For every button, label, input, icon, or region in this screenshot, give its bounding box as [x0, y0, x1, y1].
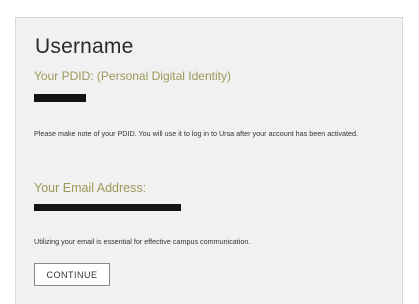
email-redacted-value [34, 204, 181, 211]
pdid-note: Please make note of your PDID. You will … [34, 129, 359, 138]
page: Username Your PDID: (Personal Digital Id… [0, 0, 419, 304]
pdid-label: Your PDID: (Personal Digital Identity) [34, 69, 231, 83]
pdid-redacted-value [34, 94, 86, 102]
username-panel: Username Your PDID: (Personal Digital Id… [15, 17, 403, 304]
continue-button[interactable]: CONTINUE [34, 263, 110, 286]
email-note: Utilizing your email is essential for ef… [34, 237, 251, 246]
email-label: Your Email Address: [34, 181, 147, 195]
panel-title: Username [35, 35, 134, 58]
